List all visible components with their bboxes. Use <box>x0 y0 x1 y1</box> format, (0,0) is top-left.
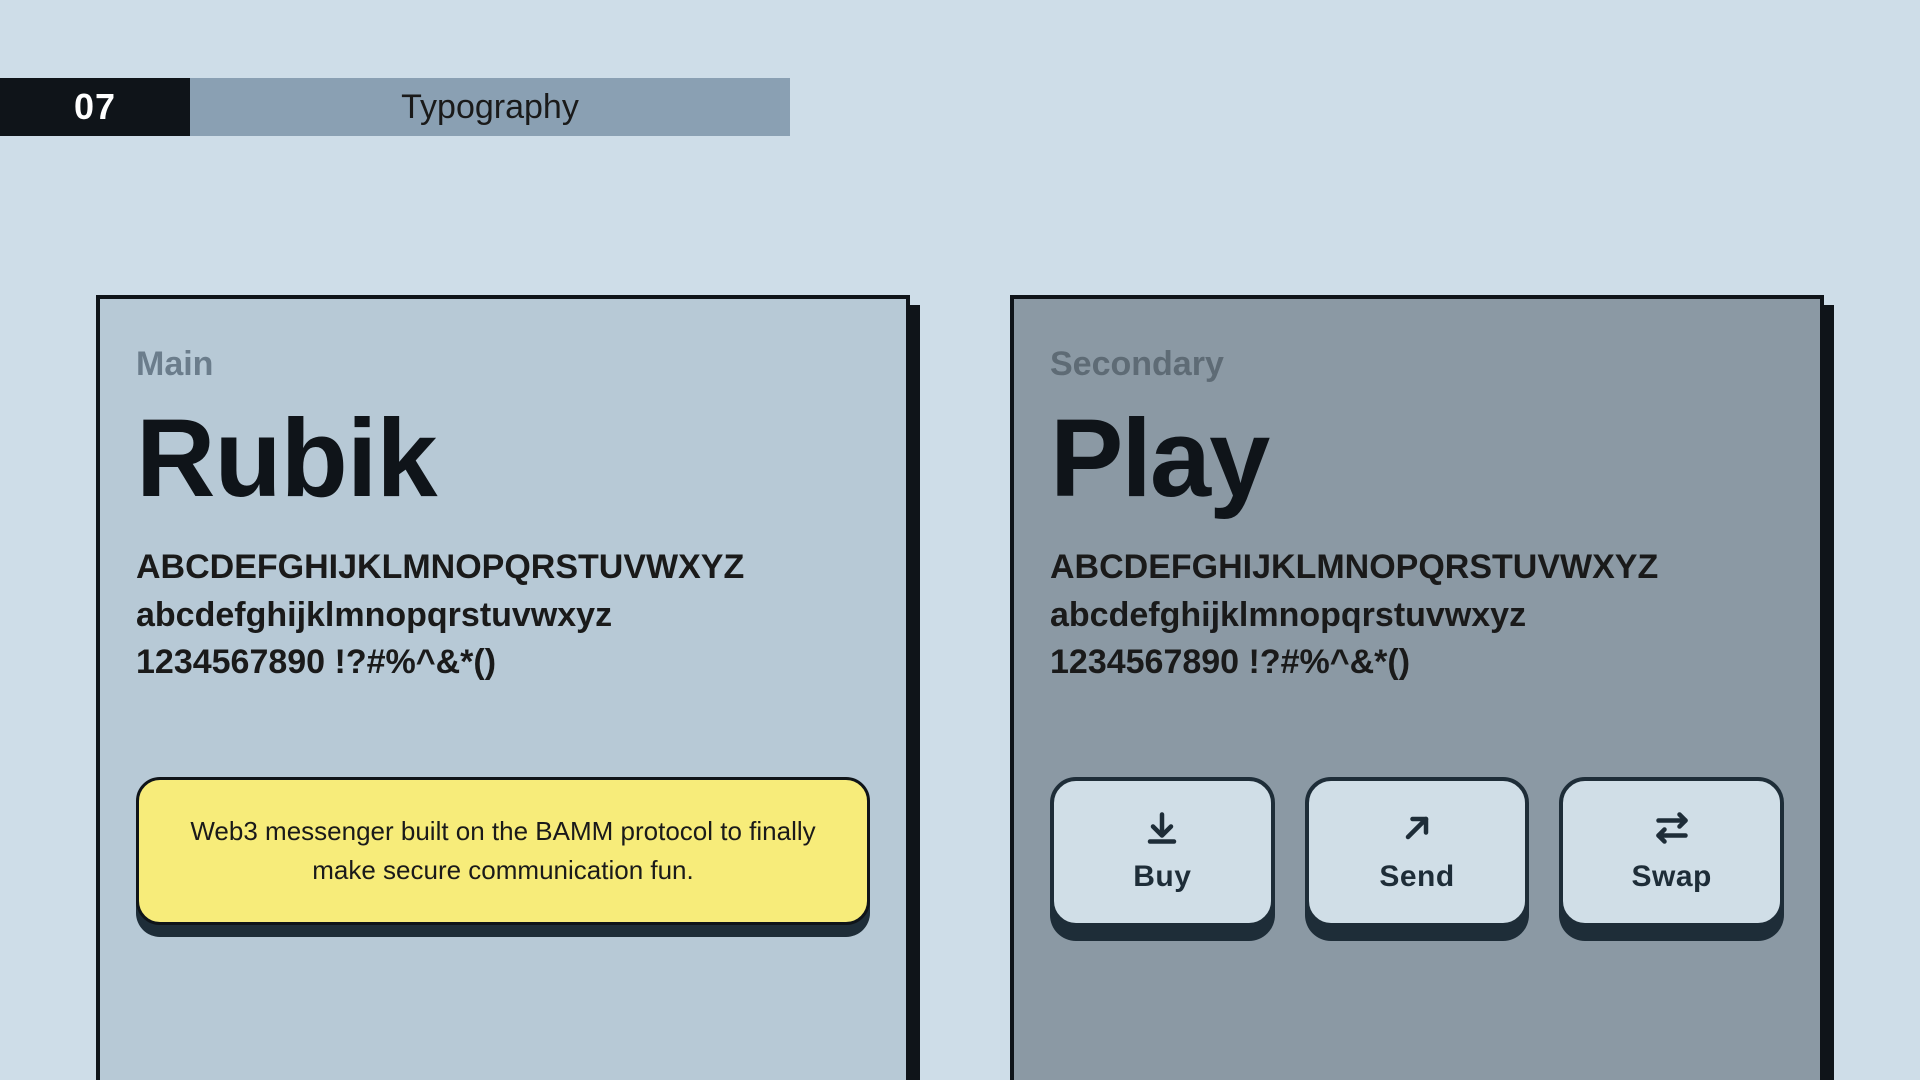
arrow-up-right-icon <box>1399 810 1435 846</box>
swap-button[interactable]: Swap <box>1559 777 1784 927</box>
swap-button-wrap: Swap <box>1559 777 1784 927</box>
specimen-symbols: 1234567890 !?#%^&*() <box>1050 639 1784 687</box>
buy-button-wrap: Buy <box>1050 777 1275 927</box>
card-secondary: Secondary Play ABCDEFGHIJKLMNOPQRSTUVWXY… <box>1010 295 1824 1080</box>
specimen-symbols: 1234567890 !?#%^&*() <box>136 639 870 687</box>
callout-text: Web3 messenger built on the BAMM protoco… <box>136 777 870 925</box>
send-button[interactable]: Send <box>1305 777 1530 927</box>
page-number: 07 <box>0 78 190 136</box>
buy-button-label: Buy <box>1133 860 1191 894</box>
font-name-secondary: Play <box>1050 404 1784 514</box>
card-main-label: Main <box>136 345 870 384</box>
card-secondary-label: Secondary <box>1050 345 1784 384</box>
cards-container: Main Rubik ABCDEFGHIJKLMNOPQRSTUVWXYZ ab… <box>96 295 1824 1080</box>
send-button-wrap: Send <box>1305 777 1530 927</box>
specimen-upper: ABCDEFGHIJKLMNOPQRSTUVWXYZ <box>1050 544 1784 592</box>
specimen-lower: abcdefghijklmnopqrstuvwxyz <box>1050 592 1784 640</box>
specimen-lower: abcdefghijklmnopqrstuvwxyz <box>136 592 870 640</box>
swap-button-label: Swap <box>1632 860 1712 894</box>
specimen-secondary: ABCDEFGHIJKLMNOPQRSTUVWXYZ abcdefghijklm… <box>1050 544 1784 687</box>
send-button-label: Send <box>1379 860 1454 894</box>
buy-button[interactable]: Buy <box>1050 777 1275 927</box>
button-row: Buy Send <box>1050 777 1784 927</box>
font-name-main: Rubik <box>136 404 870 514</box>
specimen-main: ABCDEFGHIJKLMNOPQRSTUVWXYZ abcdefghijklm… <box>136 544 870 687</box>
download-icon <box>1144 810 1180 846</box>
callout-wrap: Web3 messenger built on the BAMM protoco… <box>136 777 870 925</box>
swap-icon <box>1654 810 1690 846</box>
specimen-upper: ABCDEFGHIJKLMNOPQRSTUVWXYZ <box>136 544 870 592</box>
header-tab: 07 Typography <box>0 78 790 136</box>
card-main: Main Rubik ABCDEFGHIJKLMNOPQRSTUVWXYZ ab… <box>96 295 910 1080</box>
page-title: Typography <box>190 78 790 136</box>
